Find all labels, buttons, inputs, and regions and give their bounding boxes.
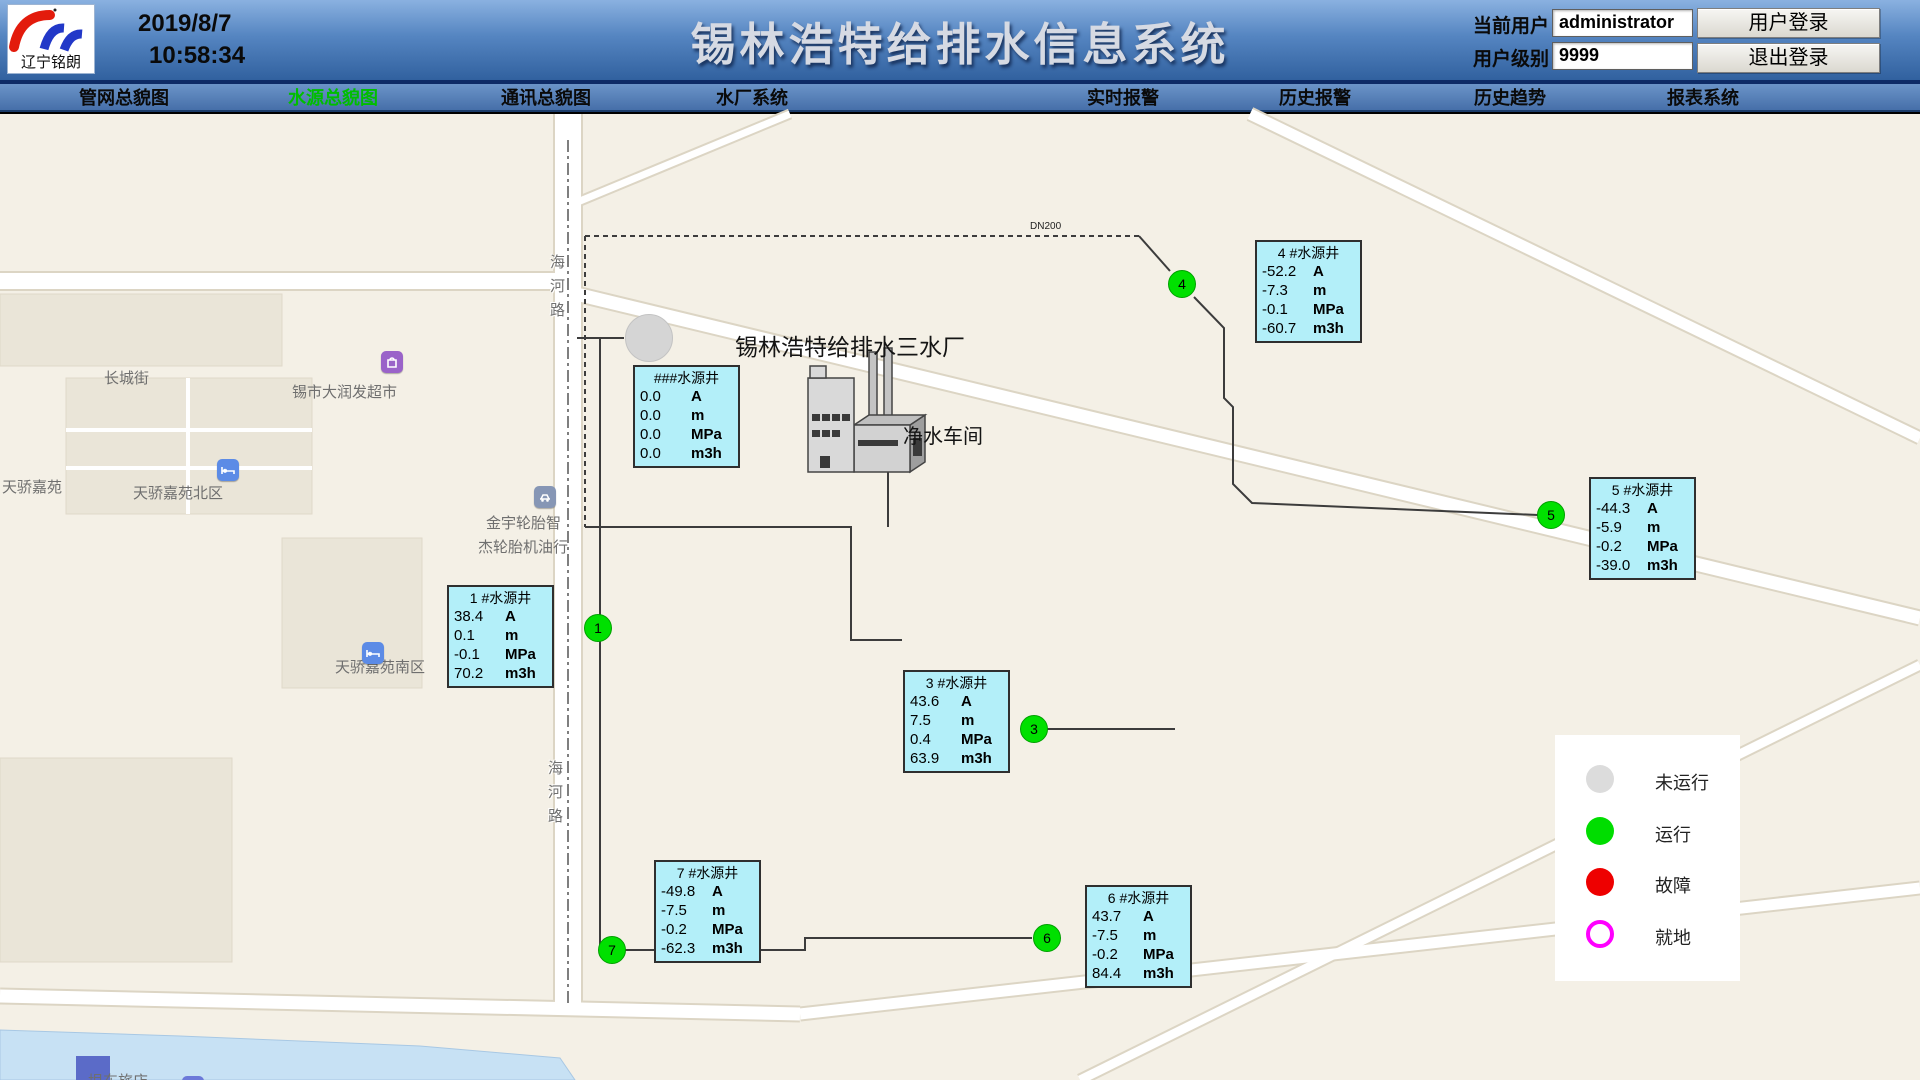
pipe-network-lines [577, 236, 1538, 950]
hotel-poi-icon [217, 459, 239, 481]
well-marker-6[interactable]: 6 [1033, 924, 1061, 952]
well-marker-5[interactable]: 5 [1537, 501, 1565, 529]
well-marker-4[interactable]: 4 [1168, 270, 1196, 298]
scada-screen: 辽宁铭朗 2019/8/7 10:58:34 锡林浩特给排水信息系统 当前用户 … [0, 0, 1920, 1080]
well-marker-3[interactable]: 3 [1020, 715, 1048, 743]
well-marker-1[interactable]: 1 [584, 614, 612, 642]
map-canvas: 长城街 锡市大润发超市 天骄嘉苑 天骄嘉苑北区 金宇轮胎智 杰轮胎机油行 天骄嘉… [0, 114, 1920, 1080]
well-data-box-7: 7 #水源井 -49.8A -7.5m -0.2MPa -62.3m3h [654, 860, 761, 963]
status-legend: 未运行 运行 故障 就地 [1555, 735, 1740, 981]
map-label: 垠东旅店 [88, 1070, 148, 1080]
well-data-box-3: 3 #水源井 43.6A 7.5m 0.4MPa 63.9m3h [903, 670, 1010, 773]
repair-poi-icon [534, 486, 556, 508]
well-data-box-5: 5 #水源井 -44.3A -5.9m -0.2MPa -39.0m3h [1589, 477, 1696, 580]
legend-idle-icon [1586, 765, 1614, 793]
road-label-vertical: 海河路 [544, 760, 565, 832]
map-label: 锡市大润发超市 [292, 381, 397, 402]
plant-name: 锡林浩特给排水三水厂 [735, 328, 965, 362]
map-label: 杰轮胎机油行 [478, 536, 568, 557]
map-label: 长城街 [104, 367, 149, 388]
well-data-box-1: 1 #水源井 38.4A 0.1m -0.1MPa 70.2m3h [447, 585, 554, 688]
well-data-box-6: 6 #水源井 43.7A -7.5m -0.2MPa 84.4m3h [1085, 885, 1192, 988]
well-marker-idle[interactable] [625, 314, 673, 362]
map-label: 天骄嘉苑北区 [133, 482, 223, 503]
map-label: 天骄嘉苑 [2, 476, 62, 497]
map-label: 金宇轮胎智 [486, 512, 561, 533]
shop-poi-icon [381, 351, 403, 373]
well-data-box-unknown: ###水源井 0.0A 0.0m 0.0MPa 0.0m3h [633, 365, 740, 468]
legend-fault-icon [1586, 868, 1614, 896]
well-data-box-4: 4 #水源井 -52.2A -7.3m -0.1MPa -60.7m3h [1255, 240, 1362, 343]
well-marker-7[interactable]: 7 [598, 936, 626, 964]
road-label-vertical: 海河路 [546, 254, 567, 326]
legend-running-icon [1586, 817, 1614, 845]
pipe-size-label: DN200 [1030, 221, 1061, 232]
hotel-poi-icon [362, 642, 384, 664]
workshop-label: 净水车间 [903, 420, 983, 449]
legend-local-icon [1586, 920, 1614, 948]
hotel-poi-icon [182, 1076, 204, 1080]
water-area [0, 1030, 575, 1080]
